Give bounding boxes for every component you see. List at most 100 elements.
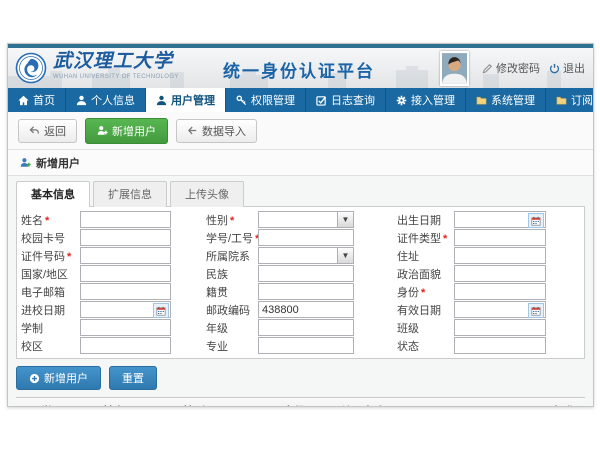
back-button[interactable]: 返回 xyxy=(18,119,77,143)
valid-date-field-input-box xyxy=(454,301,546,318)
id-no-field-label: 证件号码* xyxy=(21,248,80,264)
add-user-button[interactable]: 新增用户 xyxy=(85,118,168,144)
gender-field-dropdown-arrow-icon[interactable]: ▼ xyxy=(337,212,353,227)
gear-icon xyxy=(396,95,407,106)
nav-system-mgmt[interactable]: 系统管理 xyxy=(466,88,546,112)
native-place-field-label: 籍贯 xyxy=(206,284,258,300)
power-icon xyxy=(549,63,560,74)
edu-length-field-group: 学制 xyxy=(21,319,171,336)
submit-add-user-button[interactable]: 新增用户 xyxy=(16,366,101,390)
address-field-label: 住址 xyxy=(397,248,454,264)
identity-field-required-marker: * xyxy=(421,287,425,299)
university-name-en: WUHAN UNIVERSITY OF TECHNOLOGY xyxy=(53,74,179,80)
enroll-date-field-group: 进校日期 xyxy=(21,301,171,318)
change-password-link[interactable]: 修改密码 xyxy=(482,60,540,76)
identity-field-input[interactable] xyxy=(455,284,545,299)
class-field-group: 班级 xyxy=(397,319,546,336)
native-place-field-input-box xyxy=(258,283,354,300)
col-department: 所属院系 xyxy=(336,398,551,408)
valid-date-field-calendar-icon[interactable] xyxy=(528,303,544,318)
university-logo xyxy=(15,52,47,84)
nav-access-mgmt[interactable]: 接入管理 xyxy=(386,88,466,112)
form-row: 证件号码* 所属院系 ▼ 住址 xyxy=(21,247,580,264)
valid-date-field-group: 有效日期 xyxy=(397,301,546,318)
enroll-date-field-calendar-icon[interactable] xyxy=(153,303,169,318)
status-field-input[interactable] xyxy=(455,338,545,353)
id-no-field-input-box xyxy=(80,247,171,264)
native-place-field-input[interactable] xyxy=(259,284,353,299)
nav-profile[interactable]: 个人信息 xyxy=(66,88,146,112)
nav-home[interactable]: 首页 xyxy=(8,88,66,112)
name-field-group: 姓名* xyxy=(21,211,171,228)
postal-code-field-input-box xyxy=(258,301,354,318)
identity-field-group: 身份* xyxy=(397,283,546,300)
country-region-field-group: 国家/地区 xyxy=(21,265,171,282)
address-field-input[interactable] xyxy=(455,248,545,263)
nav-log-query[interactable]: 日志查询 xyxy=(306,88,386,112)
name-field-input[interactable] xyxy=(81,212,170,227)
campus-field-input[interactable] xyxy=(81,338,170,353)
col-name: 姓名 xyxy=(100,398,180,408)
grade-field-group: 年级 xyxy=(206,319,354,336)
toolbar: 返回 新增用户数据导入 xyxy=(8,112,593,150)
birth-date-field-label: 出生日期 xyxy=(397,212,454,228)
address-field-input-box xyxy=(454,247,546,264)
log-check-icon xyxy=(316,95,327,106)
id-no-field-input[interactable] xyxy=(81,248,170,263)
app-header: 武汉理工大学 WUHAN UNIVERSITY OF TECHNOLOGY 统一… xyxy=(8,48,593,88)
tab-extended-info[interactable]: 扩展信息 xyxy=(93,181,167,207)
user-avatar[interactable] xyxy=(440,51,469,86)
postal-code-field-label: 邮政编码 xyxy=(206,302,258,318)
back-button-label: 返回 xyxy=(44,123,66,139)
class-field-input-box xyxy=(454,319,546,336)
nav-user-mgmt[interactable]: 用户管理 xyxy=(146,88,226,112)
ethnicity-field-input[interactable] xyxy=(259,266,353,281)
tab-upload-avatar[interactable]: 上传头像 xyxy=(170,181,244,207)
id-type-field-input[interactable] xyxy=(455,230,545,245)
political-status-field-input[interactable] xyxy=(455,266,545,281)
birth-date-field-group: 出生日期 xyxy=(397,211,546,228)
nav-user-mgmt-label: 用户管理 xyxy=(171,92,215,108)
status-field-input-box xyxy=(454,337,546,354)
campus-card-no-field-group: 校园卡号 xyxy=(21,229,171,246)
logout-link[interactable]: 退出 xyxy=(549,60,585,76)
country-region-field-input[interactable] xyxy=(81,266,170,281)
campus-card-no-field-input[interactable] xyxy=(81,230,170,245)
select-all-checkbox[interactable] xyxy=(19,406,30,407)
person-icon xyxy=(76,95,87,106)
status-field-group: 状态 xyxy=(397,337,546,354)
political-status-field-label: 政治面貌 xyxy=(397,266,454,282)
nav-access-mgmt-label: 接入管理 xyxy=(411,92,455,108)
nav-perm-mgmt[interactable]: 权限管理 xyxy=(226,88,306,112)
tab-basic-info[interactable]: 基本信息 xyxy=(16,181,90,207)
nav-profile-label: 个人信息 xyxy=(91,92,135,108)
nav-subscribe-mgmt[interactable]: 订阅管理 xyxy=(546,88,594,112)
department-field-dropdown-arrow-icon[interactable]: ▼ xyxy=(337,248,353,263)
user-icon xyxy=(156,95,167,106)
identity-field-input-box xyxy=(454,283,546,300)
postal-code-field-input[interactable] xyxy=(259,302,353,317)
form-action-buttons: 新增用户重置 xyxy=(16,366,585,390)
user-plus-icon xyxy=(20,157,31,168)
back-arrow-icon xyxy=(29,125,40,136)
col-actions: 操作 xyxy=(551,398,585,408)
form-row: 学制 年级 班级 xyxy=(21,319,580,336)
ethnicity-field-input-box xyxy=(258,265,354,282)
postal-code-field-group: 邮政编码 xyxy=(206,301,354,318)
department-field-label: 所属院系 xyxy=(206,248,258,264)
class-field-input[interactable] xyxy=(455,320,545,335)
name-field-label: 姓名* xyxy=(21,212,80,228)
edu-length-field-input[interactable] xyxy=(81,320,170,335)
university-block: 武汉理工大学 WUHAN UNIVERSITY OF TECHNOLOGY xyxy=(53,52,179,80)
student-no-field-input[interactable] xyxy=(259,230,353,245)
reset-button[interactable]: 重置 xyxy=(109,366,157,390)
email-field-label: 电子邮箱 xyxy=(21,284,80,300)
change-password-label: 修改密码 xyxy=(496,60,540,76)
grade-field-input[interactable] xyxy=(259,320,353,335)
email-field-input[interactable] xyxy=(81,284,170,299)
data-import-button[interactable]: 数据导入 xyxy=(176,119,257,143)
user-result-table: 学号/工号姓名性别身份所属院系操作 xyxy=(16,397,585,407)
major-field-group: 专业 xyxy=(206,337,354,354)
major-field-input[interactable] xyxy=(259,338,353,353)
birth-date-field-calendar-icon[interactable] xyxy=(528,213,544,228)
